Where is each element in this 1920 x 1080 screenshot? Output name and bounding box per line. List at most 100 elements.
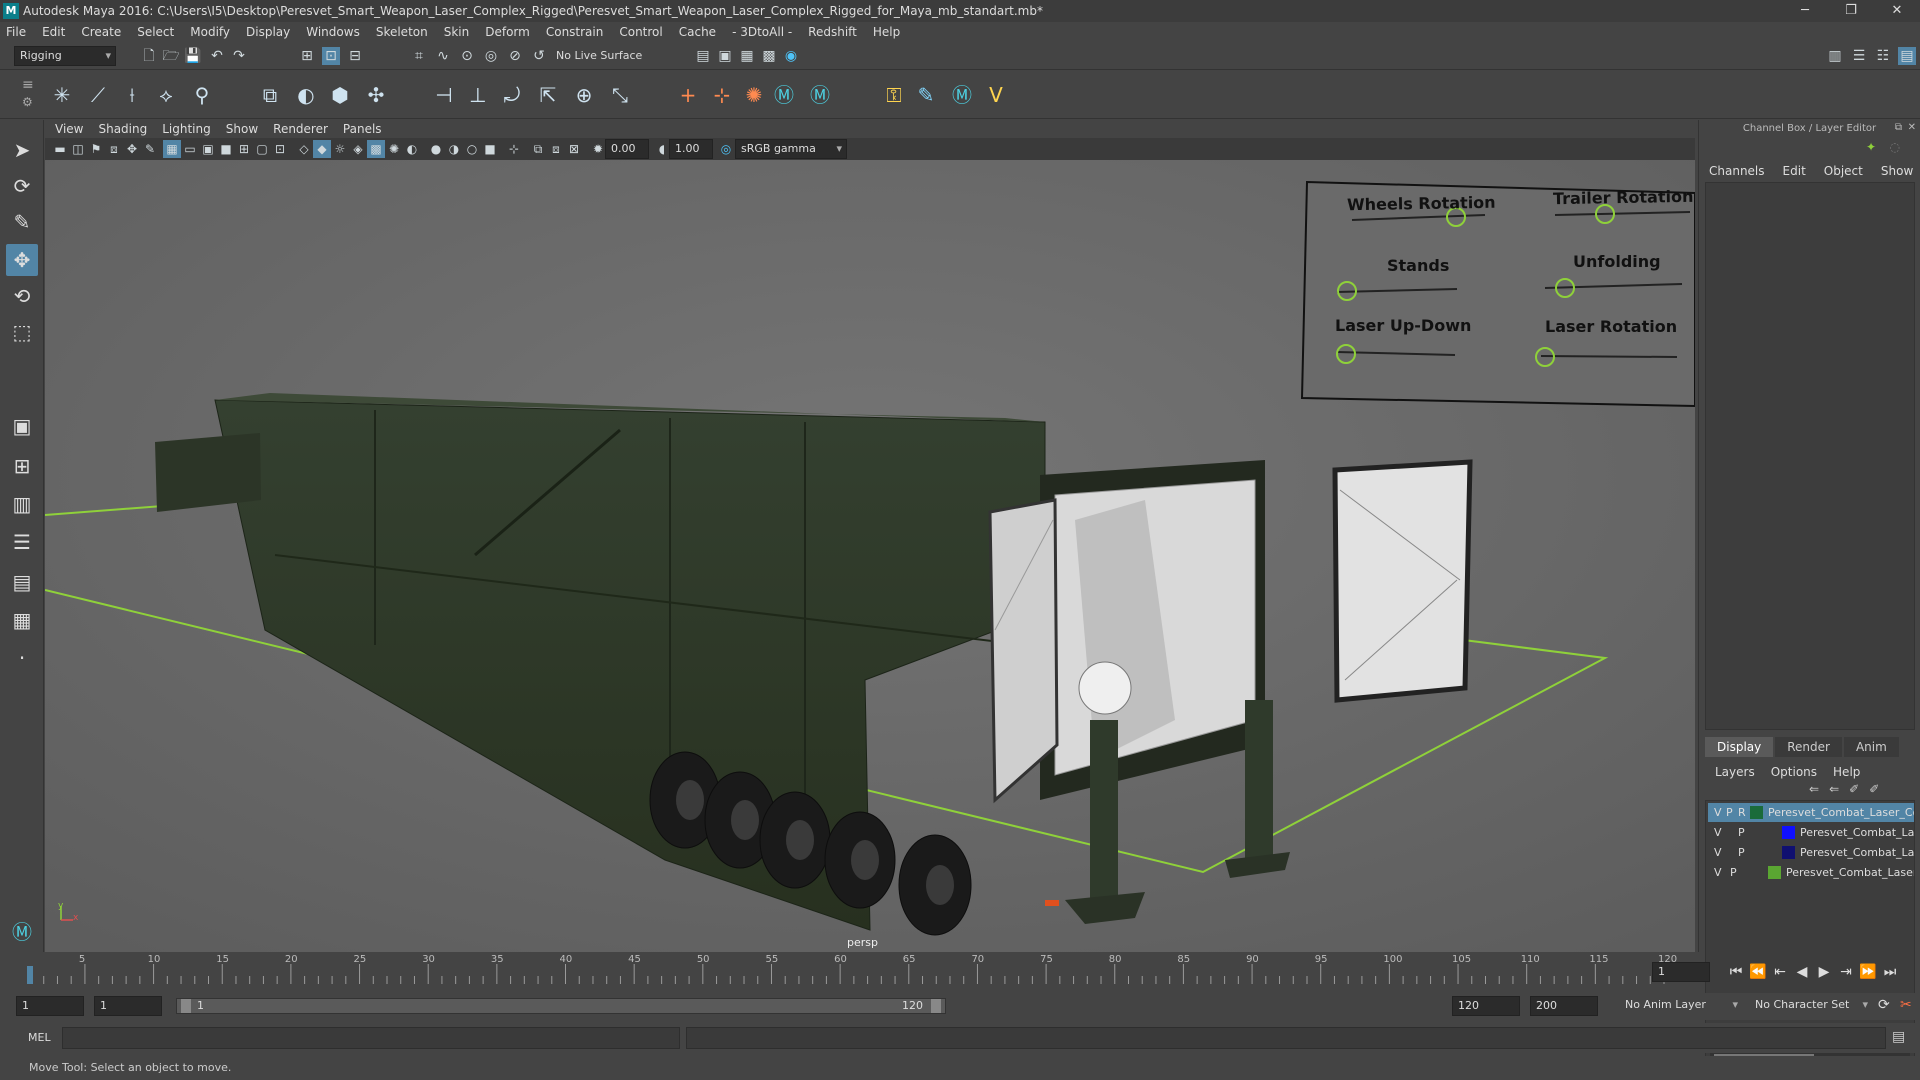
parent-constraint-icon[interactable]: ⊕	[570, 81, 598, 109]
layer-menu-options[interactable]: Options	[1771, 765, 1817, 779]
single-view-icon[interactable]: ▣	[6, 410, 38, 442]
textured-icon[interactable]: ▩	[367, 140, 385, 158]
panel-menu-panels[interactable]: Panels	[343, 122, 382, 136]
menuset-dropdown[interactable]: Rigging ▾	[14, 46, 116, 66]
image-plane-icon[interactable]: ⧈	[105, 140, 123, 158]
shadows-icon[interactable]: ◐	[403, 140, 421, 158]
panel-menu-lighting[interactable]: Lighting	[162, 122, 211, 136]
playback-start-field[interactable]: 1	[94, 996, 162, 1016]
snap-grid-icon[interactable]: ⌗	[410, 47, 428, 65]
camera-select-icon[interactable]: ▬	[51, 140, 69, 158]
snap-curve-icon[interactable]: ∿	[434, 47, 452, 65]
select-component-icon[interactable]: ⊟	[346, 47, 364, 65]
render-frame-icon[interactable]: ▣	[716, 47, 734, 65]
grease-pencil-icon[interactable]: ✎	[141, 140, 159, 158]
paint-select-icon[interactable]: ✎	[6, 206, 38, 238]
v-tool-icon[interactable]: V	[982, 81, 1010, 109]
bookmark-icon[interactable]: ⚑	[87, 140, 105, 158]
menu-help[interactable]: Help	[873, 25, 900, 39]
scale-tool-icon[interactable]: ⬚	[6, 316, 38, 348]
scale-constraint-icon[interactable]: ⇱	[534, 81, 562, 109]
play-backward-icon[interactable]: ◀	[1792, 962, 1812, 982]
menu-create[interactable]: Create	[81, 25, 121, 39]
move-layer-up-icon[interactable]: ⇐	[1809, 782, 1819, 796]
snap-view-icon[interactable]: ◎	[482, 47, 500, 65]
maya-script3-icon[interactable]: Ⓜ	[948, 81, 976, 109]
aim-constraint-icon[interactable]: ⊥	[464, 81, 492, 109]
menu-control[interactable]: Control	[619, 25, 662, 39]
layer-row[interactable]: V P Peresvet_Combat_Laser_	[1708, 823, 1914, 842]
maya-home-icon[interactable]: Ⓜ	[6, 916, 38, 948]
2d-pan-icon[interactable]: ✥	[123, 140, 141, 158]
cb-menu-object[interactable]: Object	[1824, 164, 1863, 178]
panel-menu-shading[interactable]: Shading	[98, 122, 147, 136]
channel-box-icon-a[interactable]: ✦	[1866, 140, 1876, 154]
menu-cache[interactable]: Cache	[679, 25, 716, 39]
range-end-handle[interactable]	[931, 999, 941, 1013]
snap-live-icon[interactable]: ↺	[530, 47, 548, 65]
brush-icon[interactable]: ✎	[912, 81, 940, 109]
film-gate-icon[interactable]: ▭	[181, 140, 199, 158]
tab-anim[interactable]: Anim	[1843, 737, 1899, 757]
ik-handle-icon[interactable]: ⟋	[84, 81, 112, 109]
step-back-frame-icon[interactable]: ⇤	[1770, 962, 1790, 982]
bind-skin-icon[interactable]: ⧉	[256, 81, 284, 109]
cb-menu-edit[interactable]: Edit	[1783, 164, 1806, 178]
field-chart-icon[interactable]: ⊞	[235, 140, 253, 158]
go-to-start-icon[interactable]: ⏮	[1726, 962, 1746, 982]
orient-constraint-icon[interactable]: ⤾	[498, 81, 526, 109]
time-slider[interactable]: 1510152025303540455055606570758085909510…	[0, 952, 1700, 988]
attribute-editor-icon[interactable]: ☰	[1850, 47, 1868, 65]
camera-attr-icon[interactable]: ◫	[69, 140, 87, 158]
menu-redshift[interactable]: Redshift	[808, 25, 857, 39]
menu-skin[interactable]: Skin	[444, 25, 470, 39]
menu-select[interactable]: Select	[137, 25, 174, 39]
menu-file[interactable]: File	[6, 25, 26, 39]
layer-visibility-toggle[interactable]: V	[1714, 863, 1722, 882]
select-hierarchy-icon[interactable]: ⊞	[298, 47, 316, 65]
live-surface-label[interactable]: No Live Surface	[556, 49, 642, 62]
layer-playback-toggle[interactable]: P	[1738, 843, 1745, 862]
gamma-field[interactable]: 1.00	[669, 139, 713, 159]
layer-menu-layers[interactable]: Layers	[1715, 765, 1755, 779]
motion-blur-icon[interactable]: ◑	[445, 140, 463, 158]
set-key-icon[interactable]: ⚿	[880, 81, 908, 109]
play-forward-icon[interactable]: ▶	[1814, 962, 1834, 982]
snap-surface-icon[interactable]: ⊘	[506, 47, 524, 65]
step-forward-frame-icon[interactable]: ⇥	[1836, 962, 1856, 982]
locator-icon[interactable]: +	[674, 81, 702, 109]
move-tool-icon[interactable]: ✥	[6, 244, 38, 276]
lattice-icon[interactable]: ⬢	[326, 81, 354, 109]
tab-display[interactable]: Display	[1705, 737, 1774, 757]
current-frame-field[interactable]: 1	[1652, 962, 1710, 982]
modeling-toolkit-icon[interactable]: ▥	[1826, 47, 1844, 65]
character-set-dropdown[interactable]: No Character Set ▾	[1750, 996, 1872, 1016]
graph-layout-icon[interactable]: ▤	[6, 566, 38, 598]
menu-edit[interactable]: Edit	[42, 25, 65, 39]
side-by-side-icon[interactable]: ▥	[6, 488, 38, 520]
rotate-tool-icon[interactable]: ⟲	[6, 280, 38, 312]
close-panel-icon[interactable]: ✕	[1908, 122, 1916, 133]
shelf-settings-icon[interactable]: ⚙	[22, 95, 33, 109]
panel-menu-renderer[interactable]: Renderer	[273, 122, 328, 136]
layer-row[interactable]: V P Peresvet_Combat_Laser_C	[1708, 863, 1914, 882]
wireframe-icon[interactable]: ◇	[295, 140, 313, 158]
new-empty-layer-icon[interactable]: ✐	[1849, 782, 1859, 796]
shelf-menu-icon[interactable]: ≡	[22, 77, 34, 93]
command-language-label[interactable]: MEL	[28, 1031, 51, 1044]
hypershade-icon[interactable]: ◉	[782, 47, 800, 65]
render-settings-icon[interactable]: ▤	[694, 47, 712, 65]
xray-components-icon[interactable]: ⊠	[565, 140, 583, 158]
select-object-icon[interactable]: ⊡	[322, 47, 340, 65]
menu-display[interactable]: Display	[246, 25, 290, 39]
layer-playback-toggle[interactable]: P	[1726, 803, 1733, 822]
ipr-render-icon[interactable]: ▦	[738, 47, 756, 65]
create-joint-icon[interactable]: ✳	[48, 81, 76, 109]
point-constraint-icon[interactable]: ⊣	[430, 81, 458, 109]
playback-range-slider[interactable]: 1 120	[176, 998, 946, 1014]
paint-weights-icon[interactable]: ◐	[292, 81, 320, 109]
multisample-icon[interactable]: ○	[463, 140, 481, 158]
maximize-button[interactable]: ❐	[1828, 0, 1874, 22]
tab-render[interactable]: Render	[1775, 737, 1842, 757]
redo-icon[interactable]: ↷	[230, 47, 248, 65]
